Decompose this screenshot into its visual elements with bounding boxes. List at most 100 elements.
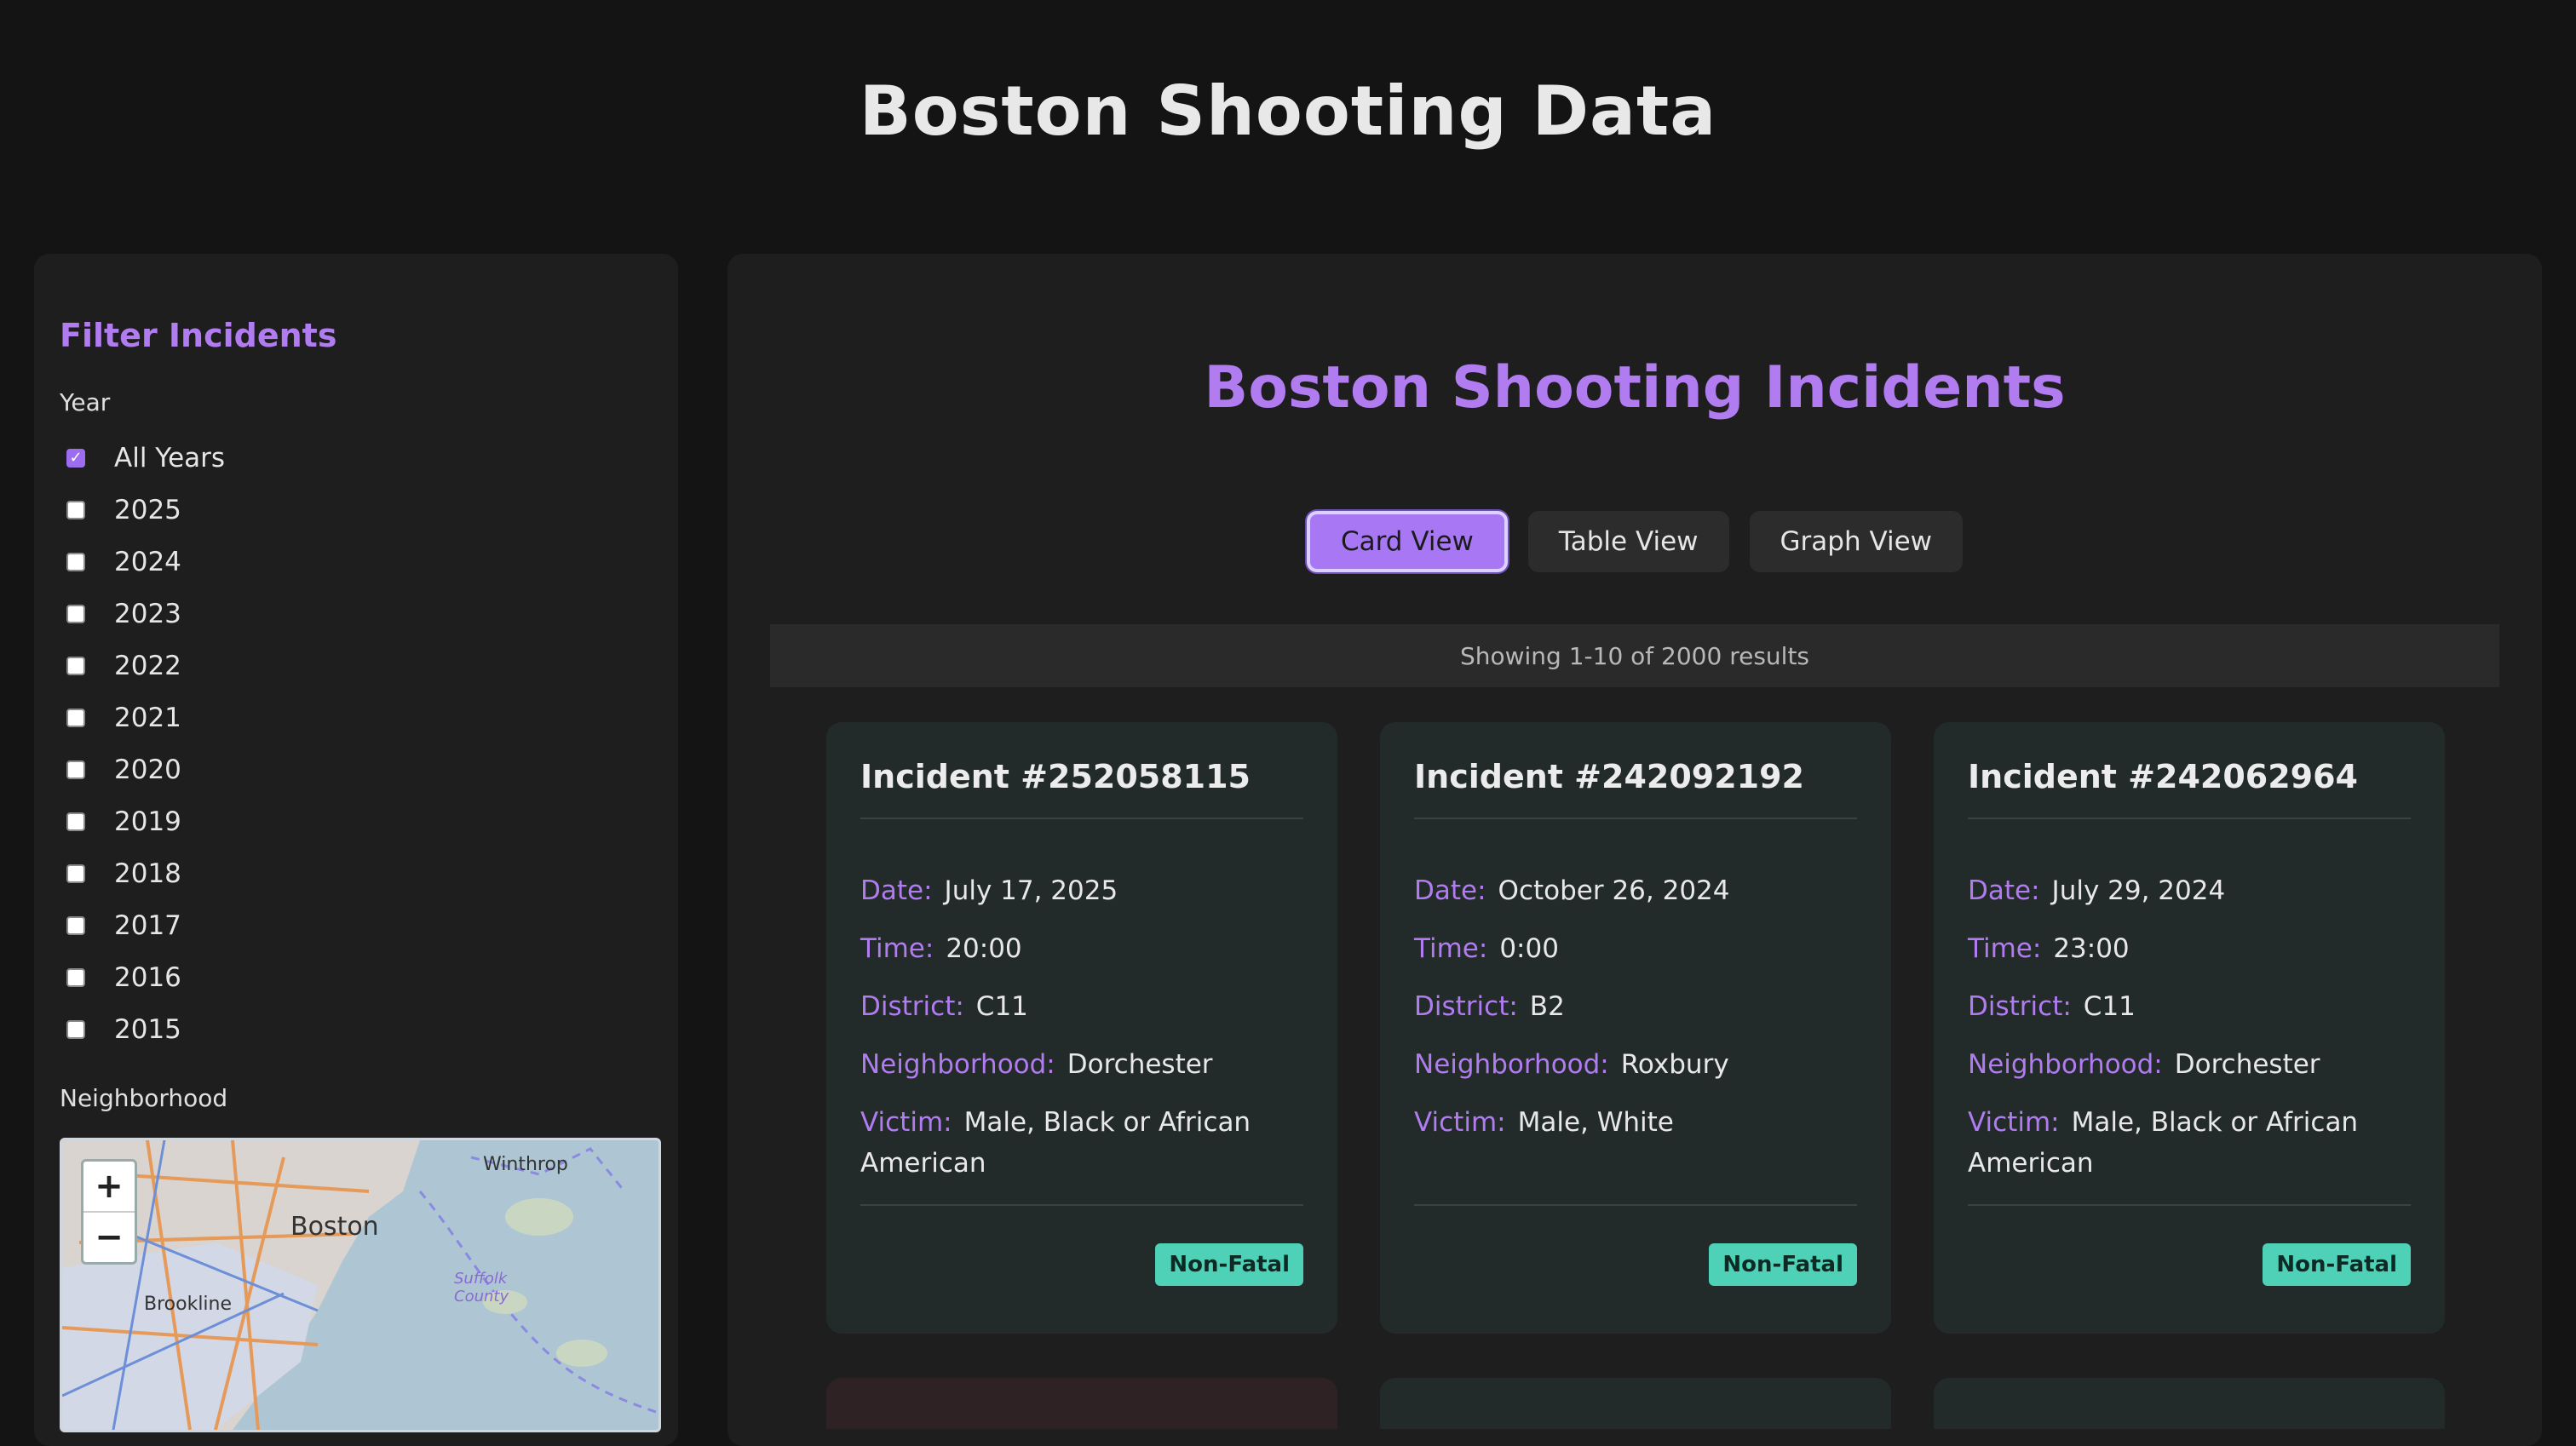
year-option[interactable]: 2024 <box>60 536 653 588</box>
map-label-suffolk-county: Suffolk County <box>454 1270 509 1305</box>
status-badge: Non-Fatal <box>1709 1243 1857 1286</box>
year-checkbox[interactable] <box>66 656 85 675</box>
incident-field: Date: July 17, 2025 <box>860 870 1303 911</box>
year-option[interactable]: 2017 <box>60 899 653 951</box>
incident-field: Victim: Male, Black or African American <box>860 1102 1303 1184</box>
field-value: July 29, 2024 <box>2051 875 2226 906</box>
incident-card-peek <box>826 1378 1337 1429</box>
field-key: District: <box>1414 991 1518 1022</box>
field-key: Date: <box>1414 875 1486 906</box>
field-key: Time: <box>1968 933 2042 964</box>
field-value: 0:00 <box>1499 933 1559 964</box>
incident-card[interactable]: Incident #242062964 Date: July 29, 2024 Tim… <box>1934 722 2445 1334</box>
field-value: B2 <box>1529 991 1565 1022</box>
year-option-label: 2021 <box>114 702 181 733</box>
year-filter-label: Year <box>60 388 111 416</box>
year-checkbox[interactable] <box>66 915 85 935</box>
year-option-label: 2022 <box>114 650 181 681</box>
incident-field: Neighborhood: Roxbury <box>1414 1044 1857 1085</box>
year-checkbox[interactable]: ✓ <box>66 448 85 468</box>
year-option[interactable]: 2015 <box>60 1003 653 1055</box>
year-checkbox[interactable] <box>66 604 85 623</box>
incident-card[interactable]: Incident #242092192 Date: October 26, 2024… <box>1380 722 1891 1334</box>
map-zoom-control: + − <box>81 1159 137 1265</box>
neighborhood-filter-label: Neighborhood <box>60 1084 228 1112</box>
incident-field: Date: October 26, 2024 <box>1414 870 1857 911</box>
results-count: Showing 1-10 of 2000 results <box>770 624 2499 687</box>
year-option[interactable]: 2023 <box>60 588 653 640</box>
field-key: District: <box>1968 991 2072 1022</box>
year-checkbox[interactable] <box>66 1019 85 1039</box>
year-option[interactable]: 2016 <box>60 951 653 1003</box>
field-value: C11 <box>2083 991 2136 1022</box>
year-option-label: 2019 <box>114 806 181 837</box>
map-label-brookline: Brookline <box>144 1294 233 1315</box>
neighborhood-map[interactable]: + − Boston Brookline Winthrop Suffolk Co… <box>60 1138 661 1432</box>
incident-field: Date: July 29, 2024 <box>1968 870 2411 911</box>
field-key: Victim: <box>860 1107 952 1138</box>
field-key: Time: <box>1414 933 1488 964</box>
year-checkbox[interactable] <box>66 967 85 987</box>
incident-card-title: Incident #242092192 <box>1414 758 1857 819</box>
incident-field: Time: 0:00 <box>1414 928 1857 969</box>
year-checkbox[interactable] <box>66 500 85 519</box>
year-checkbox[interactable] <box>66 812 85 831</box>
year-option-label: All Years <box>114 442 226 473</box>
map-label-boston: Boston <box>290 1212 379 1242</box>
year-checkbox[interactable] <box>66 760 85 779</box>
zoom-out-button[interactable]: − <box>83 1211 135 1262</box>
field-value: 23:00 <box>2053 933 2130 964</box>
field-value: 20:00 <box>946 933 1022 964</box>
zoom-in-button[interactable]: + <box>83 1162 135 1211</box>
graph-view-button[interactable]: Graph View <box>1749 511 1964 572</box>
year-option-label: 2016 <box>114 961 181 993</box>
field-key: Time: <box>860 933 934 964</box>
field-key: Victim: <box>1968 1107 2060 1138</box>
field-key: District: <box>860 991 964 1022</box>
year-option[interactable]: ✓ All Years <box>60 432 653 484</box>
incident-field: Neighborhood: Dorchester <box>860 1044 1303 1085</box>
field-value: C11 <box>975 991 1028 1022</box>
incident-field: District: B2 <box>1414 986 1857 1027</box>
field-value: October 26, 2024 <box>1498 875 1730 906</box>
year-checkbox[interactable] <box>66 708 85 727</box>
year-option-label: 2017 <box>114 909 181 941</box>
year-option-label: 2025 <box>114 494 181 525</box>
incident-card[interactable]: Incident #252058115 Date: July 17, 2025 Tim… <box>826 722 1337 1334</box>
map-tiles <box>62 1140 658 1430</box>
page-title: Boston Shooting Data <box>859 72 1717 151</box>
year-option-label: 2023 <box>114 598 181 629</box>
field-key: Neighborhood: <box>1968 1049 2163 1080</box>
map-label-winthrop: Winthrop <box>483 1154 568 1175</box>
field-key: Date: <box>1968 875 2040 906</box>
field-key: Neighborhood: <box>1414 1049 1609 1080</box>
status-badge: Non-Fatal <box>2263 1243 2411 1286</box>
year-option-label: 2024 <box>114 546 181 577</box>
card-view-button[interactable]: Card View <box>1306 511 1508 572</box>
year-option[interactable]: 2021 <box>60 691 653 743</box>
status-badge: Non-Fatal <box>1155 1243 1303 1286</box>
table-view-button[interactable]: Table View <box>1527 511 1729 572</box>
filter-sidebar: Filter Incidents Year ✓ All Years 2025 2024… <box>34 254 678 1446</box>
year-option[interactable]: 2020 <box>60 743 653 795</box>
card-divider <box>860 1204 1303 1206</box>
view-switcher: Card View Table View Graph View <box>727 511 2542 572</box>
incident-field: Victim: Male, White <box>1414 1102 1857 1143</box>
incident-field: Neighborhood: Dorchester <box>1968 1044 2411 1085</box>
year-option-label: 2020 <box>114 754 181 785</box>
incident-field: Victim: Male, Black or African American <box>1968 1102 2411 1184</box>
year-option[interactable]: 2018 <box>60 847 653 899</box>
field-value: Roxbury <box>1620 1049 1729 1080</box>
year-checkbox[interactable] <box>66 864 85 883</box>
year-option[interactable]: 2022 <box>60 640 653 691</box>
card-divider <box>1414 1204 1857 1206</box>
year-option[interactable]: 2019 <box>60 795 653 847</box>
main-panel: Boston Shooting Incidents Card View Table… <box>727 254 2542 1446</box>
year-option[interactable]: 2025 <box>60 484 653 536</box>
field-key: Neighborhood: <box>860 1049 1055 1080</box>
year-checkbox[interactable] <box>66 552 85 571</box>
incident-card-title: Incident #252058115 <box>860 758 1303 819</box>
field-value: Dorchester <box>1067 1049 1213 1080</box>
field-key: Date: <box>860 875 933 906</box>
incident-field: District: C11 <box>860 986 1303 1027</box>
